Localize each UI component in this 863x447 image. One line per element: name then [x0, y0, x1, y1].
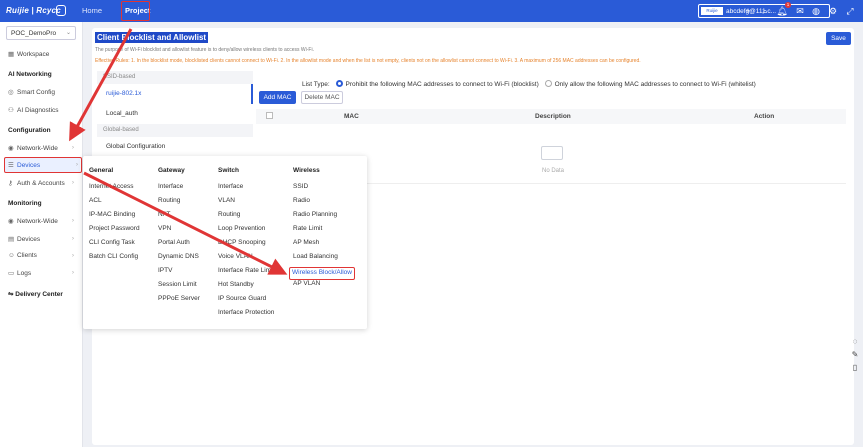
arrow-to-devices: [69, 28, 133, 142]
arrow-to-wireless-block: [83, 171, 288, 275]
chat-icon[interactable]: ◌: [849, 337, 861, 350]
edit-icon[interactable]: ✎: [849, 350, 861, 363]
clipboard-icon[interactable]: ▯: [849, 363, 861, 376]
floating-tools: ◌ ✎ ▯: [849, 337, 861, 376]
annotation-arrows: [69, 28, 288, 275]
